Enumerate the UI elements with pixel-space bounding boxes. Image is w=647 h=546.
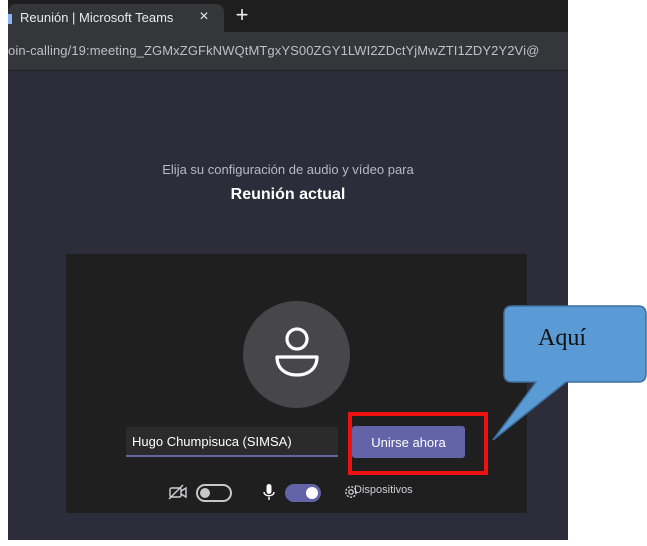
callout-label: Aquí [538, 325, 586, 351]
callout-bubble [492, 305, 647, 441]
